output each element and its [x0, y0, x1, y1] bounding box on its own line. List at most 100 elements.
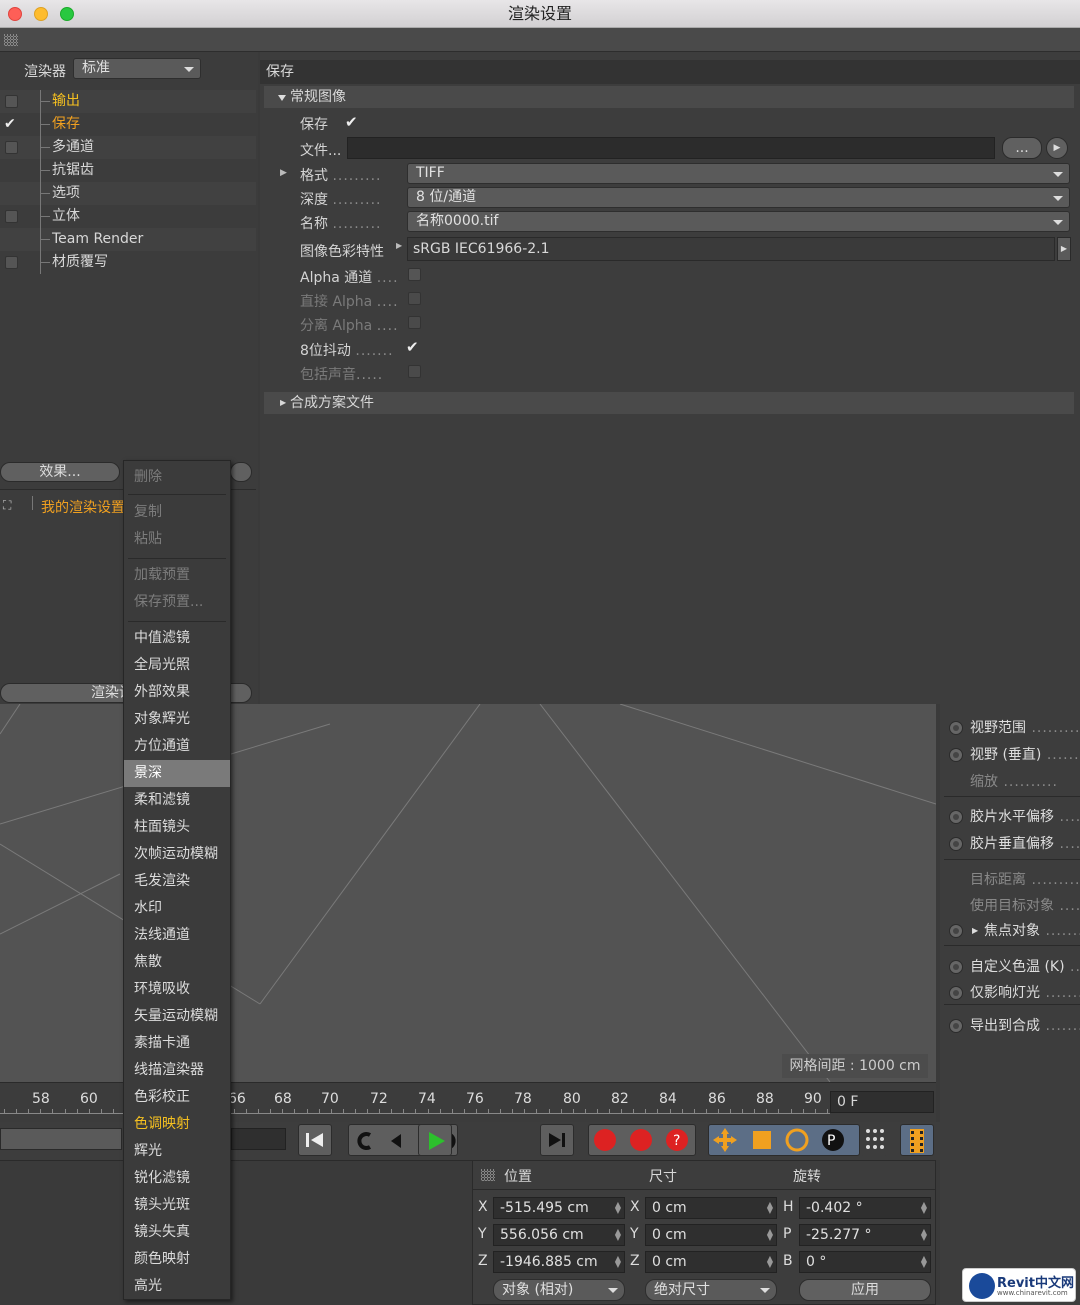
format-dropdown[interactable]: TIFF [407, 163, 1070, 184]
size-z-field[interactable]: 0 cm ▲ ▼ [645, 1251, 777, 1273]
size-y-field[interactable]: 0 cm ▲ ▼ [645, 1224, 777, 1246]
menu-item[interactable]: 外部效果 [124, 679, 230, 706]
menu-item[interactable]: 辉光 [124, 1138, 230, 1165]
expand-arrow-icon[interactable]: ▶ [396, 241, 402, 250]
attribute-option[interactable]: 目标距离 .......... [946, 868, 1080, 892]
grip-icon[interactable] [4, 34, 18, 46]
frame-slider[interactable] [0, 1128, 122, 1150]
expand-arrow-icon[interactable]: ▶ [972, 919, 978, 943]
tree-item[interactable]: 材质覆写 [0, 251, 256, 274]
tree-checkbox[interactable] [5, 210, 18, 223]
menu-item[interactable]: 矢量运动模糊 [124, 1003, 230, 1030]
attribute-option[interactable]: 胶片垂直偏移 .......... [946, 832, 1080, 856]
radio-icon[interactable] [949, 960, 963, 974]
radio-icon[interactable] [949, 924, 963, 938]
menu-item[interactable]: 素描卡通 [124, 1030, 230, 1057]
menu-item[interactable]: 颜色映射 [124, 1246, 230, 1273]
tree-item[interactable]: 多通道 [0, 136, 256, 159]
menu-item[interactable]: 柱面镜头 [124, 814, 230, 841]
tree-item[interactable]: 选项 [0, 182, 256, 205]
attribute-option[interactable]: 视野 (垂直) .......... [946, 743, 1080, 767]
menu-item[interactable]: 对象辉光 [124, 706, 230, 733]
render-setting-item[interactable]: 我的渲染设置 [41, 497, 125, 517]
save-checkbox[interactable]: ✔ [345, 113, 358, 131]
attribute-option[interactable]: 导出到合成 .......... [946, 1014, 1080, 1038]
apply-button[interactable]: 应用 [799, 1279, 931, 1301]
rotation-h-field[interactable]: -0.402 ° ▲ ▼ [799, 1197, 931, 1219]
coordinate-mode-dropdown[interactable]: 对象 (相对) [493, 1279, 625, 1301]
position-y-field[interactable]: 556.056 cm ▲ ▼ [493, 1224, 625, 1246]
size-mode-dropdown[interactable]: 绝对尺寸 [645, 1279, 777, 1301]
tree-item[interactable]: 保存 ✔ [0, 113, 256, 136]
attribute-option[interactable]: 缩放 .......... [946, 770, 1080, 794]
attribute-option[interactable]: ▶焦点对象 .......... [946, 919, 1080, 943]
depth-dropdown[interactable]: 8 位/通道 [407, 187, 1070, 208]
minimize-window-button[interactable] [34, 7, 48, 21]
position-x-field[interactable]: -515.495 cm ▲ ▼ [493, 1197, 625, 1219]
position-z-field[interactable]: -1946.885 cm ▲ ▼ [493, 1251, 625, 1273]
dots-grid-icon[interactable] [860, 1124, 888, 1156]
browse-file-button[interactable]: ... [1002, 137, 1042, 159]
radio-icon[interactable] [949, 748, 963, 762]
menu-item[interactable]: 景深 [124, 760, 230, 787]
separate-alpha-checkbox[interactable] [408, 316, 421, 329]
menu-item[interactable]: 高光 [124, 1273, 230, 1300]
section-compositing[interactable]: ▶ 合成方案文件 [264, 392, 1074, 414]
menu-item[interactable]: 色调映射 [124, 1111, 230, 1138]
radio-icon[interactable] [949, 1019, 963, 1033]
radio-icon[interactable] [949, 810, 963, 824]
profile-menu-arrow-icon[interactable]: ▶ [1057, 237, 1071, 261]
play-button[interactable] [418, 1124, 452, 1156]
name-dropdown[interactable]: 名称0000.tif [407, 211, 1070, 232]
expand-icon[interactable]: ⛶ [3, 498, 11, 513]
menu-item[interactable]: 锐化滤镜 [124, 1165, 230, 1192]
menu-item[interactable]: 方位通道 [124, 733, 230, 760]
film-strip-icon[interactable] [900, 1124, 934, 1156]
dither-checkbox[interactable]: ✔ [406, 338, 419, 356]
zoom-window-button[interactable] [60, 7, 74, 21]
color-profile-field[interactable]: sRGB IEC61966-2.1 [407, 237, 1055, 261]
menu-item[interactable]: 焦散 [124, 949, 230, 976]
play-arrow-icon[interactable]: ▶ [1046, 137, 1068, 159]
tree-item[interactable]: 抗锯齿 [0, 159, 256, 182]
straight-alpha-checkbox[interactable] [408, 292, 421, 305]
attribute-option[interactable]: 自定义色温 (K) .......... [946, 955, 1080, 979]
attribute-option[interactable]: 视野范围 .......... [946, 716, 1080, 740]
menu-item[interactable]: 环境吸收 [124, 976, 230, 1003]
radio-icon[interactable] [949, 837, 963, 851]
current-frame-field[interactable]: 0 F [830, 1091, 934, 1113]
menu-item[interactable]: 镜头失真 [124, 1219, 230, 1246]
menu-item[interactable]: 中值滤镜 [124, 625, 230, 652]
menu-item[interactable]: 毛发渲染 [124, 868, 230, 895]
menu-item[interactable]: 法线通道 [124, 922, 230, 949]
effects-button[interactable]: 效果... [0, 462, 120, 482]
frame-end-field[interactable] [231, 1128, 286, 1150]
section-general-image[interactable]: 常规图像 [264, 86, 1074, 108]
menu-item[interactable]: 水印 [124, 895, 230, 922]
tree-item[interactable]: 立体 [0, 205, 256, 228]
rotation-b-field[interactable]: 0 ° ▲ ▼ [799, 1251, 931, 1273]
go-to-end-button[interactable] [540, 1124, 574, 1156]
menu-item[interactable]: 色彩校正 [124, 1084, 230, 1111]
attribute-option[interactable]: 仅影响灯光 .......... [946, 981, 1080, 1005]
menu-item[interactable]: 次帧运动模糊 [124, 841, 230, 868]
tree-checkbox[interactable] [5, 256, 18, 269]
rotation-p-field[interactable]: -25.277 ° ▲ ▼ [799, 1224, 931, 1246]
renderer-dropdown[interactable]: 标准 [73, 58, 201, 79]
tree-checkbox[interactable] [5, 141, 18, 154]
tree-item[interactable]: 输出 [0, 90, 256, 113]
expand-arrow-icon[interactable]: ▶ [280, 168, 287, 178]
tree-item[interactable]: Team Render [0, 228, 256, 251]
effects-button-end[interactable] [230, 462, 252, 482]
size-x-field[interactable]: 0 cm ▲ ▼ [645, 1197, 777, 1219]
include-sound-checkbox[interactable] [408, 365, 421, 378]
grip-icon[interactable] [481, 1169, 495, 1181]
tree-checkbox[interactable] [5, 95, 18, 108]
alpha-channel-checkbox[interactable] [408, 268, 421, 281]
menu-item[interactable]: 全局光照 [124, 652, 230, 679]
close-window-button[interactable] [8, 7, 22, 21]
radio-icon[interactable] [949, 986, 963, 1000]
menu-item[interactable]: 线描渲染器 [124, 1057, 230, 1084]
attribute-option[interactable]: 使用目标对象 .......... [946, 894, 1080, 918]
radio-icon[interactable] [949, 721, 963, 735]
